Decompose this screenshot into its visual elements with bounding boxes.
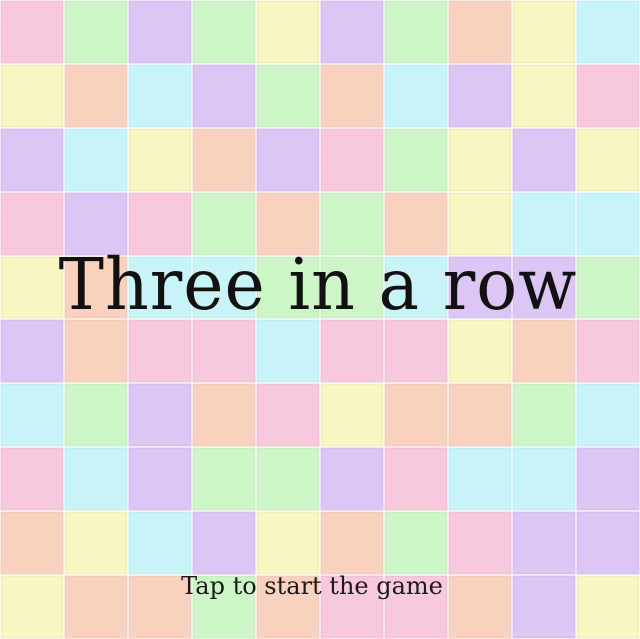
board-tile — [0, 0, 64, 64]
board-tile — [512, 63, 576, 128]
board-tile — [0, 255, 64, 320]
board-tile — [384, 127, 448, 192]
board-tile — [384, 447, 448, 512]
board-tile — [192, 127, 256, 192]
board-tile — [576, 447, 640, 512]
board-tile — [384, 0, 448, 64]
board-tile — [0, 319, 64, 384]
board-tile — [512, 319, 576, 384]
board-tile — [128, 319, 192, 384]
board-tile — [320, 191, 384, 256]
board-tile — [384, 63, 448, 128]
board-tile — [576, 319, 640, 384]
board-tile — [128, 447, 192, 512]
board-tile — [320, 319, 384, 384]
board-tile — [384, 255, 448, 320]
board-tile — [192, 383, 256, 448]
board-tile — [320, 255, 384, 320]
board-tile — [576, 63, 640, 128]
board-tile — [512, 447, 576, 512]
board-tile — [448, 447, 512, 512]
board-tile — [0, 63, 64, 128]
board-tile — [128, 63, 192, 128]
board-tile — [192, 447, 256, 512]
board-tile — [0, 127, 64, 192]
board-tile — [256, 0, 320, 64]
board-tile — [448, 319, 512, 384]
board-tile — [576, 511, 640, 576]
board-tile — [0, 383, 64, 448]
board-tile — [512, 255, 576, 320]
board-tile — [64, 447, 128, 512]
board-tile — [64, 0, 128, 64]
board-tile — [384, 383, 448, 448]
board-tile — [128, 383, 192, 448]
board-tile — [256, 447, 320, 512]
board-tile — [320, 511, 384, 576]
board-tile — [448, 383, 512, 448]
board-tile — [256, 255, 320, 320]
board-tile — [512, 383, 576, 448]
board-tile — [448, 255, 512, 320]
board-tile — [320, 0, 384, 64]
board-tile — [64, 127, 128, 192]
board-tile — [512, 0, 576, 64]
board-tile — [320, 383, 384, 448]
board-tile — [256, 383, 320, 448]
game-board — [0, 0, 640, 639]
board-tile — [576, 191, 640, 256]
board-tile — [64, 319, 128, 384]
board-tile — [256, 319, 320, 384]
board-tile — [384, 511, 448, 576]
board-tile — [64, 63, 128, 128]
board-tile — [448, 511, 512, 576]
board-tile — [192, 63, 256, 128]
board-tile — [128, 127, 192, 192]
board-tile — [576, 255, 640, 320]
board-tile — [64, 191, 128, 256]
board-tile — [256, 191, 320, 256]
board-tile — [512, 191, 576, 256]
board-tile — [448, 191, 512, 256]
board-tile — [448, 0, 512, 64]
board-tile — [128, 191, 192, 256]
board-tile — [192, 319, 256, 384]
board-tile — [256, 63, 320, 128]
board-tile — [512, 127, 576, 192]
board-tile — [192, 511, 256, 576]
board-tile — [0, 191, 64, 256]
board-tile — [64, 255, 128, 320]
board-tile — [128, 0, 192, 64]
board-tile — [0, 447, 64, 512]
tap-to-start-prompt[interactable]: Tap to start the game — [0, 574, 624, 598]
board-tile — [576, 0, 640, 64]
board-tile — [320, 447, 384, 512]
board-tile — [256, 511, 320, 576]
board-tile — [320, 127, 384, 192]
board-tile — [64, 383, 128, 448]
board-tile — [0, 511, 64, 576]
board-tile — [384, 191, 448, 256]
board-tile — [576, 383, 640, 448]
board-tile — [128, 511, 192, 576]
board-tile — [128, 255, 192, 320]
game-start-screen[interactable]: Three in a row Tap to start the game — [0, 0, 640, 639]
board-tile — [256, 127, 320, 192]
board-tile — [192, 0, 256, 64]
board-tile — [384, 319, 448, 384]
board-tile — [64, 511, 128, 576]
board-tile — [448, 63, 512, 128]
board-tile — [576, 127, 640, 192]
board-tile — [192, 191, 256, 256]
board-tile — [192, 255, 256, 320]
board-tile — [512, 511, 576, 576]
board-tile — [448, 127, 512, 192]
board-tile — [320, 63, 384, 128]
